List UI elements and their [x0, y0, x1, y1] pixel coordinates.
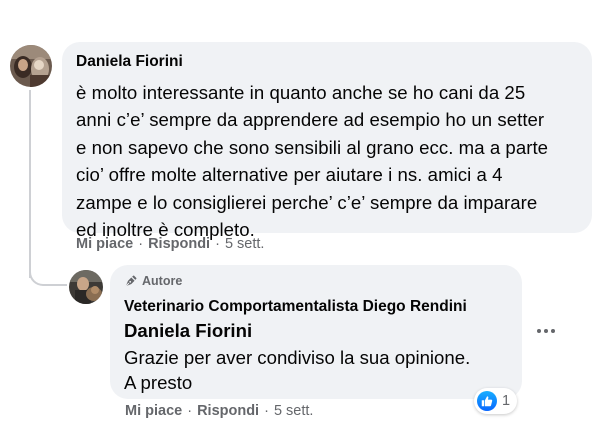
- comment-text: è molto interessante in quanto anche se …: [76, 82, 549, 241]
- action-separator: ·: [138, 236, 144, 252]
- action-separator: ·: [264, 403, 269, 419]
- reply-author-name[interactable]: Veterinario Comportamentalista Diego Ren…: [124, 296, 510, 317]
- author-badge: Autore: [124, 272, 510, 290]
- comment-timestamp[interactable]: 5 sett.: [225, 236, 265, 252]
- more-options-icon[interactable]: [532, 319, 560, 343]
- avatar-photo-icon: [69, 270, 103, 304]
- avatar-photo-icon: [10, 45, 52, 87]
- reaction-count: 1: [502, 393, 511, 409]
- mention-link[interactable]: Daniela Fiorini: [124, 318, 510, 343]
- page-avatar[interactable]: [69, 270, 103, 304]
- reply-actions: Mi piace · Rispondi · 5 sett.: [125, 403, 313, 419]
- thread-connector-line: [29, 90, 31, 278]
- like-link[interactable]: Mi piace: [125, 403, 182, 419]
- reply-text: Grazie per aver condiviso la sua opinion…: [124, 347, 471, 393]
- comment-author-name[interactable]: Daniela Fiorini: [76, 51, 580, 73]
- commenter-avatar[interactable]: [10, 45, 52, 87]
- reaction-count-badge[interactable]: 1: [474, 388, 518, 414]
- action-separator: ·: [187, 403, 193, 419]
- author-badge-label: Autore: [142, 274, 183, 288]
- reply-link[interactable]: Rispondi: [148, 236, 210, 252]
- like-link[interactable]: Mi piace: [76, 236, 133, 252]
- comment-actions: Mi piace · Rispondi · 5 sett.: [76, 236, 264, 252]
- comment-thread: Daniela Fiorini è molto interessante in …: [0, 0, 600, 428]
- reply-link[interactable]: Rispondi: [197, 403, 259, 419]
- reply-bubble: Autore Veterinario Comportamentalista Di…: [110, 265, 522, 399]
- thread-connector-curve: [29, 262, 67, 286]
- thumbs-up-icon: [477, 391, 497, 411]
- reply-timestamp[interactable]: 5 sett.: [274, 403, 314, 419]
- comment-bubble: Daniela Fiorini è molto interessante in …: [62, 42, 592, 240]
- action-separator: ·: [215, 236, 220, 252]
- pen-nib-icon: [125, 274, 137, 287]
